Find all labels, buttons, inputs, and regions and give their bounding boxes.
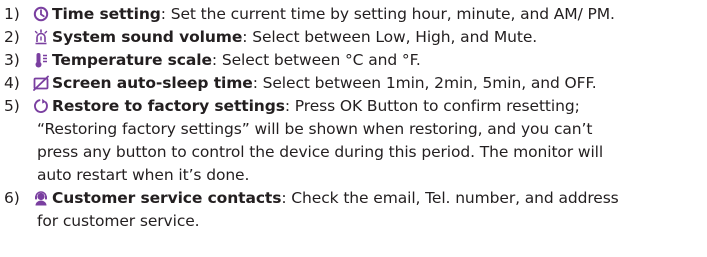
restore-icon <box>33 98 49 114</box>
alarm-bell-icon <box>33 29 49 45</box>
item-number: 3) <box>4 51 20 69</box>
item-description: : Check the email, Tel. number, and addr… <box>281 189 619 207</box>
clock-icon <box>33 6 49 22</box>
item-continuation-line: “Restoring factory settings” will be sho… <box>37 120 593 138</box>
list-item-restore-factory-settings: 5) Restore to factory settings: Press OK … <box>0 96 580 117</box>
item-continuation-line: auto restart when it’s done. <box>37 166 250 184</box>
thermometer-icon <box>33 52 49 68</box>
list-item-system-sound-volume: 2) System sound volume: Select between Lo… <box>0 27 537 48</box>
item-number: 1) <box>4 5 20 23</box>
settings-list: 1) Time setting: Set the current time by … <box>0 0 707 257</box>
item-number: 6) <box>4 189 20 207</box>
item-title: Customer service contacts <box>52 189 282 207</box>
item-title: Temperature scale <box>52 51 212 69</box>
customer-service-icon <box>33 190 49 206</box>
item-title: Time setting <box>52 5 161 23</box>
item-number: 2) <box>4 28 20 46</box>
item-description: : Select between 1min, 2min, 5min, and O… <box>252 74 597 92</box>
item-description: : Press OK Button to confirm resetting; <box>284 97 580 115</box>
item-title: Restore to factory settings <box>52 97 285 115</box>
item-description: : Set the current time by setting hour, … <box>160 5 615 23</box>
item-continuation-line: for customer service. <box>37 212 200 230</box>
list-item-time-setting: 1) Time setting: Set the current time by … <box>0 4 615 25</box>
no-screen-icon <box>33 75 49 91</box>
list-item-temperature-scale: 3) Temperature scale: Select between °C a… <box>0 50 421 71</box>
list-item-customer-service-contacts: 6) Customer service contacts: Check the e… <box>0 188 619 209</box>
item-title: System sound volume <box>52 28 243 46</box>
item-description: : Select between Low, High, and Mute. <box>242 28 538 46</box>
item-description: : Select between °C and °F. <box>211 51 421 69</box>
item-continuation-line: press any button to control the device d… <box>37 143 604 161</box>
item-number: 4) <box>4 74 20 92</box>
item-title: Screen auto-sleep time <box>52 74 253 92</box>
item-number: 5) <box>4 97 20 115</box>
list-item-screen-auto-sleep: 4) Screen auto-sleep time: Select between… <box>0 73 597 94</box>
